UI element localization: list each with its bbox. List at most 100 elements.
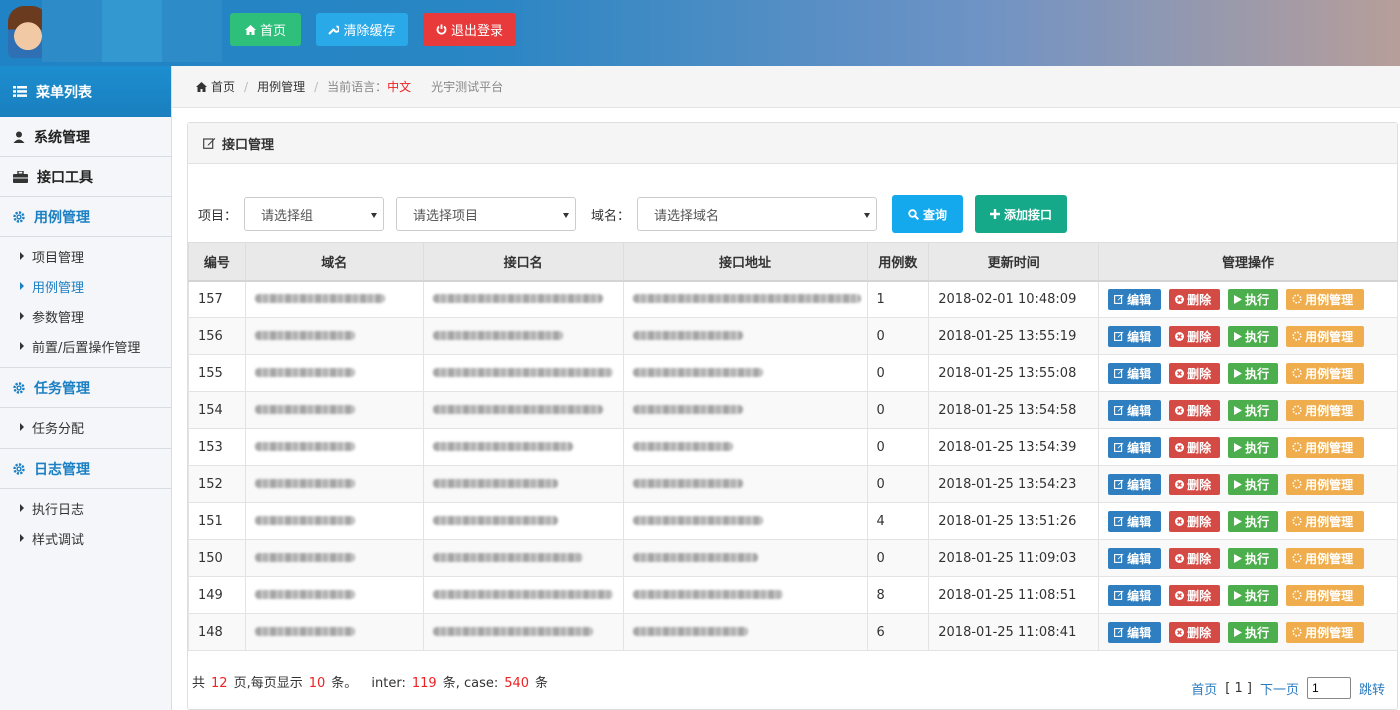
edit-button[interactable]: 编辑: [1108, 325, 1162, 347]
delete-button[interactable]: 删除: [1169, 547, 1221, 569]
wrench-icon: [328, 25, 340, 35]
edit-button[interactable]: 编辑: [1108, 436, 1162, 458]
cell-updated: 2018-01-25 13:54:23: [928, 465, 1100, 503]
case-manage-button[interactable]: 用例管理: [1286, 436, 1365, 458]
close-icon: [1175, 553, 1185, 563]
pager-jump-link[interactable]: 跳转: [1359, 679, 1385, 698]
column-header-actions: 管理操作: [1098, 242, 1398, 282]
sidebar-item-exec-log[interactable]: 执行日志: [0, 493, 171, 523]
cell-api-name: [422, 502, 624, 540]
delete-button[interactable]: 删除: [1169, 288, 1221, 310]
case-manage-button[interactable]: 用例管理: [1286, 547, 1365, 569]
spinner-icon: [1292, 331, 1302, 341]
home-button[interactable]: 首页: [230, 13, 301, 46]
sidebar-section-system[interactable]: 系统管理: [0, 117, 171, 157]
edit-button[interactable]: 编辑: [1108, 584, 1162, 606]
logo-tiles: [42, 0, 222, 62]
case-manage-button[interactable]: 用例管理: [1286, 584, 1365, 606]
sidebar-item-project-mgmt[interactable]: 项目管理: [0, 241, 171, 271]
cell-domain: [244, 502, 424, 540]
column-header-api-name: 接口名: [422, 242, 624, 282]
run-button[interactable]: 执行: [1228, 362, 1279, 384]
breadcrumb-section[interactable]: 用例管理: [257, 78, 305, 95]
cell-domain: [244, 465, 424, 503]
sidebar-item-label: 任务分配: [32, 421, 85, 437]
group-select[interactable]: 请选择组: [244, 197, 384, 231]
edit-button[interactable]: 编辑: [1108, 473, 1162, 495]
sidebar-section-api-tools[interactable]: 接口工具: [0, 157, 171, 197]
edit-button[interactable]: 编辑: [1108, 288, 1162, 310]
sidebar-item-style-debug[interactable]: 样式调试: [0, 523, 171, 553]
logout-button[interactable]: 退出登录: [423, 13, 516, 46]
run-button[interactable]: 执行: [1228, 399, 1279, 421]
case-manage-button[interactable]: 用例管理: [1286, 510, 1365, 532]
run-button[interactable]: 执行: [1228, 436, 1279, 458]
gear-icon: [13, 381, 25, 394]
sidebar-item-task-assign[interactable]: 任务分配: [0, 412, 171, 442]
sidebar-section-log-mgmt[interactable]: 日志管理: [0, 449, 171, 489]
edit-icon: [1114, 627, 1124, 637]
sidebar-section-task-mgmt[interactable]: 任务管理: [0, 368, 171, 408]
cell-case-count: 0: [866, 428, 930, 466]
briefcase-icon: [13, 170, 28, 183]
run-button[interactable]: 执行: [1228, 325, 1279, 347]
case-manage-button[interactable]: 用例管理: [1286, 473, 1365, 495]
run-button[interactable]: 执行: [1228, 288, 1279, 310]
cell-case-count: 4: [866, 502, 930, 540]
sidebar-item-param-mgmt[interactable]: 参数管理: [0, 301, 171, 331]
run-button[interactable]: 执行: [1228, 510, 1279, 532]
case-manage-button[interactable]: 用例管理: [1286, 325, 1365, 347]
cell-id: 150: [188, 539, 246, 577]
clear-cache-button[interactable]: 清除缓存: [316, 13, 408, 46]
case-manage-button[interactable]: 用例管理: [1286, 362, 1365, 384]
sidebar-section-case-mgmt[interactable]: 用例管理: [0, 197, 171, 237]
query-button[interactable]: 查询: [892, 195, 963, 233]
table-row: 155 0 2018-01-25 13:55:08 编辑 删除 执行 用例管理: [188, 354, 1398, 392]
domain-select[interactable]: 请选择域名: [637, 197, 877, 231]
sidebar-item-hooks-mgmt[interactable]: 前置/后置操作管理: [0, 331, 171, 361]
edit-button[interactable]: 编辑: [1108, 547, 1162, 569]
run-button[interactable]: 执行: [1228, 584, 1279, 606]
edit-button[interactable]: 编辑: [1108, 399, 1162, 421]
pager-jump-input[interactable]: [1306, 677, 1351, 699]
play-icon: [1234, 590, 1243, 600]
run-button[interactable]: 执行: [1228, 473, 1279, 495]
cell-domain: [244, 280, 424, 318]
run-button[interactable]: 执行: [1228, 621, 1279, 643]
delete-button[interactable]: 删除: [1169, 621, 1221, 643]
cell-actions: 编辑 删除 执行 用例管理: [1098, 502, 1398, 540]
table-row: 154 0 2018-01-25 13:54:58 编辑 删除 执行 用例管理: [188, 391, 1398, 429]
sidebar-submenu-task-mgmt: 任务分配: [0, 408, 171, 449]
breadcrumb-home[interactable]: 首页: [211, 78, 235, 95]
delete-button[interactable]: 删除: [1169, 436, 1221, 458]
cell-updated: 2018-02-01 10:48:09: [928, 280, 1100, 318]
delete-button[interactable]: 删除: [1169, 473, 1221, 495]
summary-prefix: 共: [192, 676, 206, 691]
pager-first-link[interactable]: 首页: [1191, 679, 1217, 698]
case-manage-button[interactable]: 用例管理: [1286, 288, 1365, 310]
delete-button[interactable]: 删除: [1169, 399, 1221, 421]
sidebar-item-case-mgmt[interactable]: 用例管理: [0, 271, 171, 301]
summary-inter-count: 119: [411, 676, 437, 691]
cell-id: 152: [188, 465, 246, 503]
delete-button[interactable]: 删除: [1169, 362, 1221, 384]
cell-updated: 2018-01-25 13:55:08: [928, 354, 1100, 392]
run-button-label: 执行: [1245, 514, 1270, 529]
cell-actions: 编辑 删除 执行 用例管理: [1098, 576, 1398, 614]
edit-button[interactable]: 编辑: [1108, 510, 1162, 532]
edit-button[interactable]: 编辑: [1108, 362, 1162, 384]
run-button[interactable]: 执行: [1228, 547, 1279, 569]
summary-case-count: 540: [504, 676, 530, 691]
edit-icon: [1114, 553, 1124, 563]
pager-next-link[interactable]: 下一页: [1260, 679, 1299, 698]
delete-button[interactable]: 删除: [1169, 510, 1221, 532]
sidebar-submenu-case-mgmt: 项目管理 用例管理 参数管理 前置/后置操作管理: [0, 237, 171, 368]
edit-icon: [1114, 294, 1124, 305]
add-api-button[interactable]: 添加接口: [975, 195, 1067, 233]
delete-button[interactable]: 删除: [1169, 584, 1221, 606]
case-manage-button[interactable]: 用例管理: [1286, 621, 1365, 643]
case-manage-button[interactable]: 用例管理: [1286, 399, 1365, 421]
project-select[interactable]: 请选择项目: [396, 197, 576, 231]
edit-button[interactable]: 编辑: [1108, 621, 1162, 643]
delete-button[interactable]: 删除: [1169, 325, 1221, 347]
